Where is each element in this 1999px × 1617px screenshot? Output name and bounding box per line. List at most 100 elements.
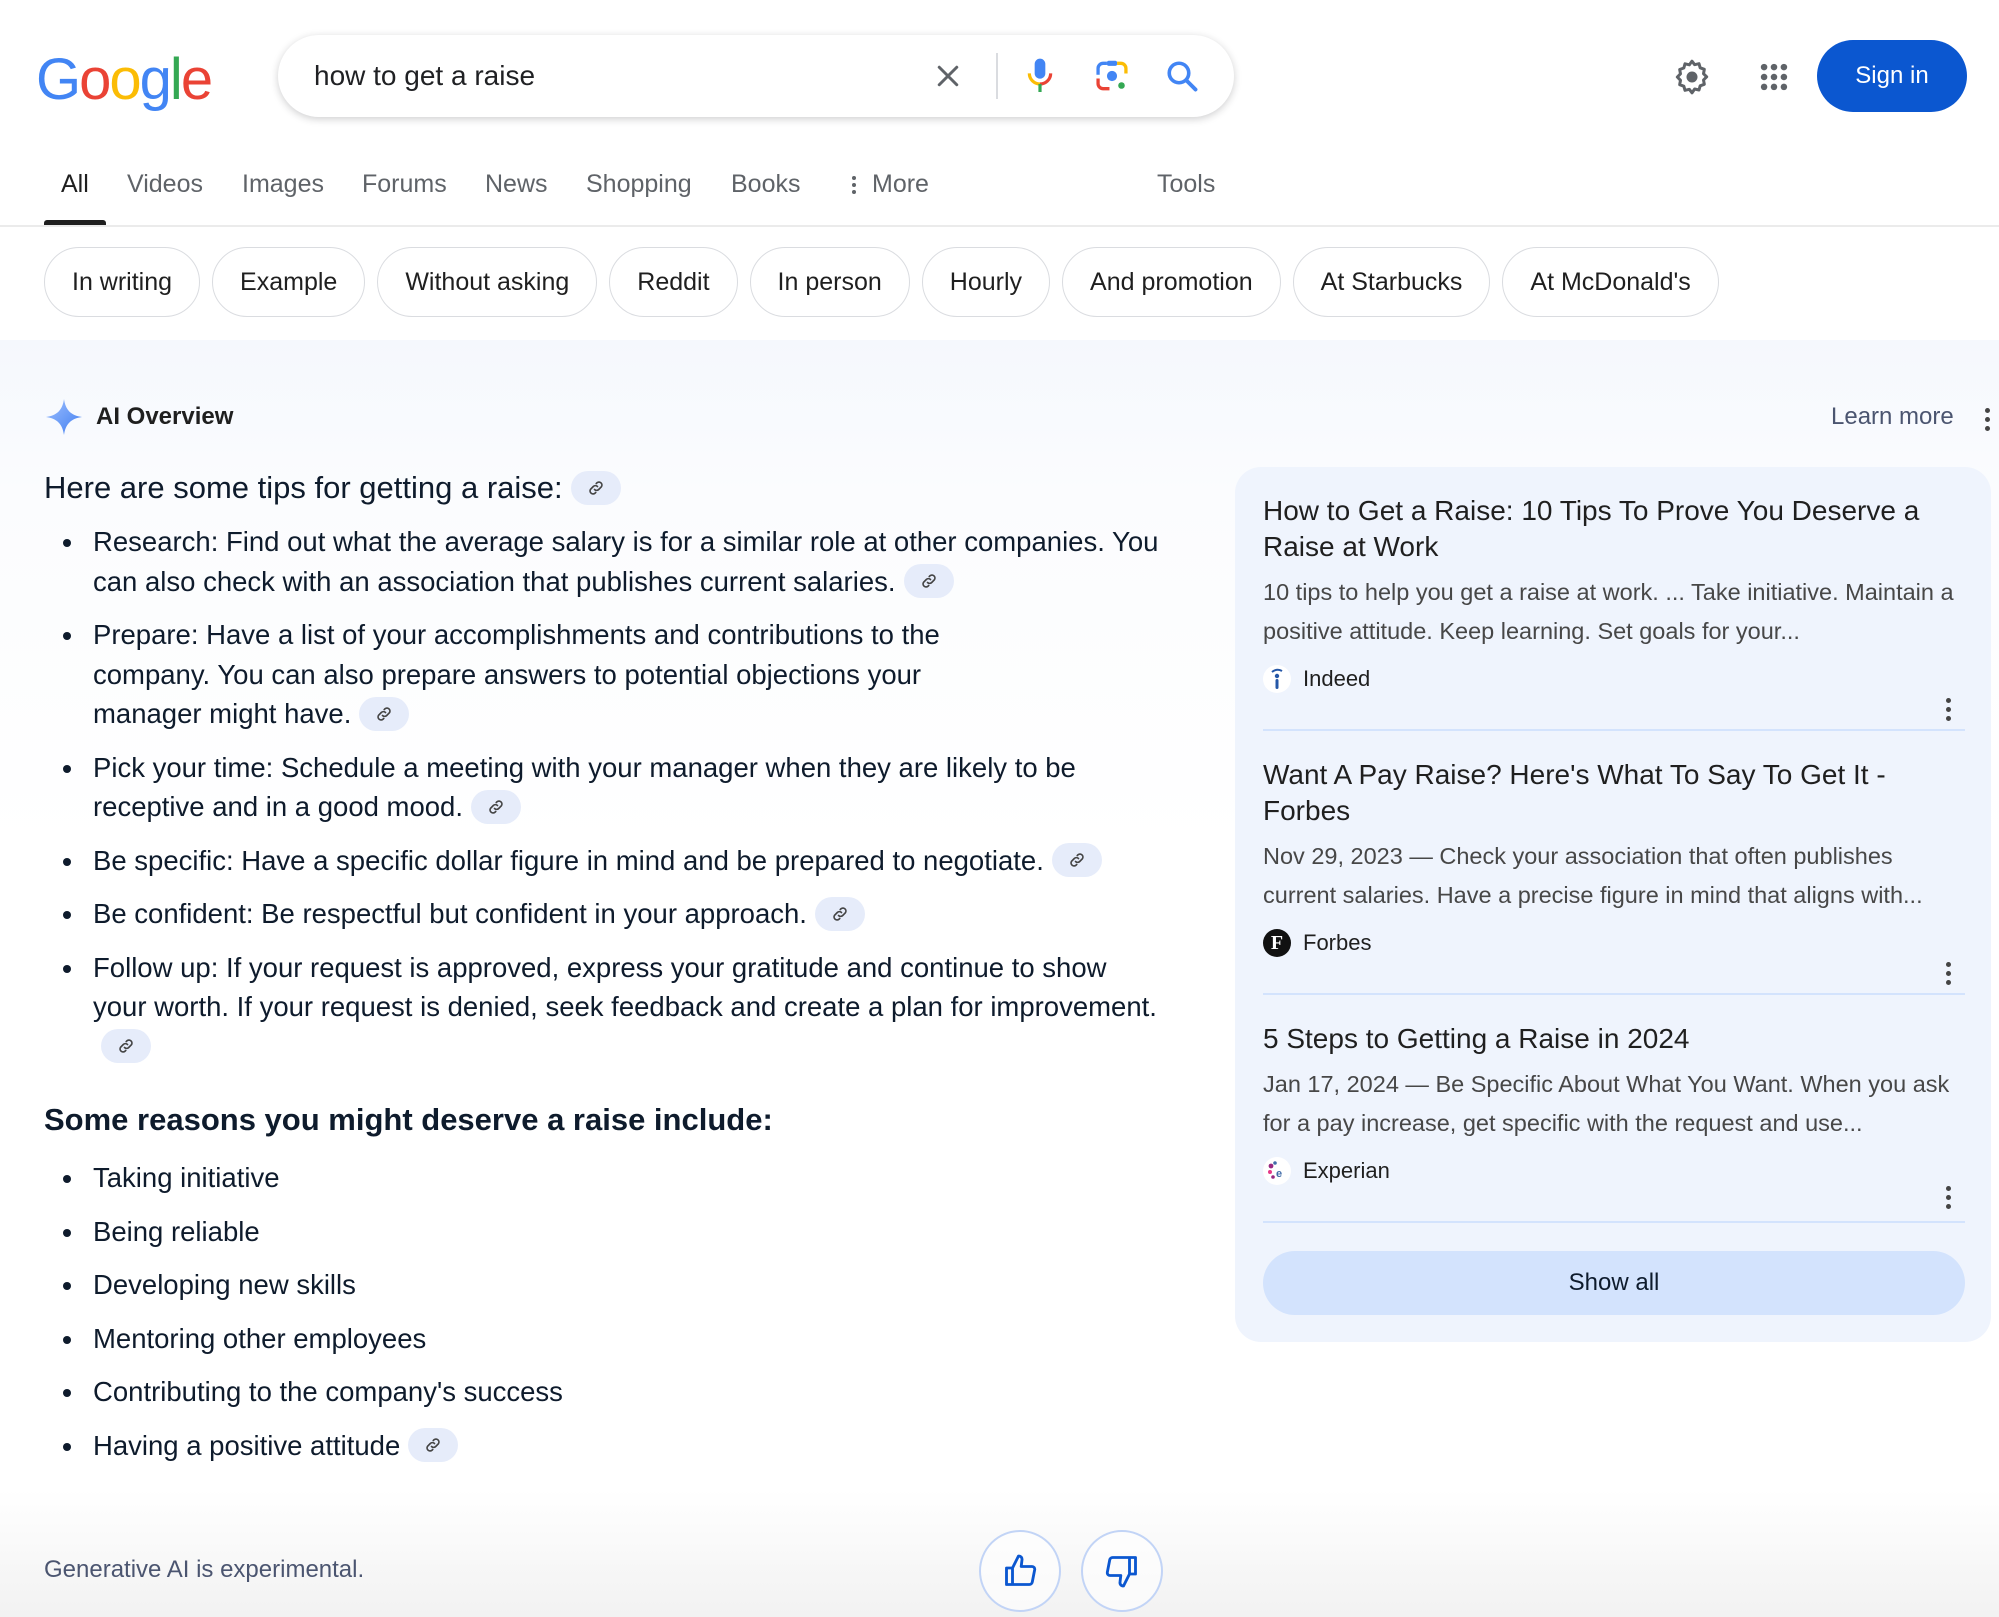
source-title[interactable]: 5 Steps to Getting a Raise in 2024 [1263,1021,1965,1057]
sources-panel: How to Get a Raise: 10 Tips To Prove You… [1235,467,1991,1342]
clear-search-button[interactable] [926,54,970,98]
google-apps-button[interactable] [1752,55,1796,99]
chip-without-asking[interactable]: Without asking [377,247,598,317]
tools-button[interactable]: Tools [1157,170,1215,199]
list-item: Be specific: Have a specific dollar figu… [44,841,1164,881]
active-tab-indicator [44,220,106,225]
list-item: Research: Find out what the average sala… [44,522,1164,601]
logo-letter: g [139,47,172,112]
generative-ai-disclaimer: Generative AI is experimental. [44,1556,365,1583]
apps-grid-icon [1760,63,1788,91]
refinement-chips: In writing Example Without asking Reddit… [44,247,1719,317]
search-button[interactable] [1160,54,1204,98]
settings-button[interactable] [1670,55,1714,99]
logo-letter: l [169,47,183,112]
source-name: Indeed [1303,666,1371,691]
citation-link-button[interactable] [359,696,410,731]
sign-in-button[interactable]: Sign in [1817,40,1967,112]
experian-favicon-icon: e [1263,1157,1291,1185]
tip-text: Research: Find out what the average sala… [93,526,1159,597]
tab-shopping[interactable]: Shopping [586,170,692,199]
ai-overview-menu-button[interactable] [1982,406,1992,434]
citation-link-button[interactable] [101,1029,151,1064]
tab-news[interactable]: News [485,170,548,199]
google-logo[interactable]: Google [36,46,213,113]
tab-videos[interactable]: Videos [127,170,203,199]
source-snippet: Jan 17, 2024 — Be Specific About What Yo… [1263,1071,1950,1136]
reasons-heading: Some reasons you might deserve a raise i… [44,1102,773,1137]
search-input[interactable] [314,35,874,117]
citation-link-button[interactable] [814,896,865,931]
chip-in-person[interactable]: In person [749,247,910,317]
source-snippet: 10 tips to help you get a raise at work.… [1263,579,1954,644]
citation-link-button[interactable] [1051,843,1102,878]
tip-text: Pick your time: Schedule a meeting with … [93,751,1076,823]
source-site: F Forbes [1263,927,1965,959]
source-site: Indeed [1263,663,1965,695]
source-card[interactable]: 5 Steps to Getting a Raise in 2024 Jan 1… [1263,1021,1965,1209]
list-item: Prepare: Have a list of your accomplishm… [44,615,1164,734]
list-item: Mentoring other employees [44,1319,1164,1359]
chip-reddit[interactable]: Reddit [609,247,738,317]
thumbs-down-button[interactable] [1081,1530,1163,1612]
more-vert-icon [852,173,858,197]
list-item: Be confident: Be respectful but confiden… [44,894,1164,934]
chip-at-mcdonalds[interactable]: At McDonald's [1502,247,1719,317]
voice-search-button[interactable] [1018,54,1062,98]
link-icon [833,907,847,921]
sparkle-icon [46,399,82,435]
tab-forums[interactable]: Forums [362,170,447,199]
tab-more[interactable]: More [852,170,929,199]
tips-list: Research: Find out what the average sala… [44,522,1164,1066]
source-title[interactable]: Want A Pay Raise? Here's What To Say To … [1263,757,1965,829]
chip-and-promotion[interactable]: And promotion [1062,247,1281,317]
ai-overview-header: AI Overview [44,397,233,437]
chip-at-starbucks[interactable]: At Starbucks [1292,247,1491,317]
list-item: Having a positive attitude [44,1426,1164,1466]
tab-all[interactable]: All [61,170,89,199]
forbes-favicon-icon: F [1263,929,1291,957]
thumbs-up-button[interactable] [979,1530,1061,1612]
link-icon [489,800,503,814]
show-all-button[interactable]: Show all [1263,1251,1965,1315]
source-more-options-button[interactable] [1943,960,1953,988]
list-item: Taking initiative [44,1158,1164,1198]
citation-link-button[interactable] [570,470,621,505]
citation-link-button[interactable] [903,564,954,599]
source-card[interactable]: Want A Pay Raise? Here's What To Say To … [1263,757,1965,985]
tab-books[interactable]: Books [731,170,800,199]
source-title[interactable]: How to Get a Raise: 10 Tips To Prove You… [1263,493,1965,565]
link-icon [119,1039,133,1053]
chip-example[interactable]: Example [212,247,366,317]
tab-more-label: More [872,170,929,198]
thumbs-up-icon [1005,1554,1037,1586]
svg-text:e: e [1276,1168,1282,1180]
source-divider [1263,993,1965,995]
tips-heading: Here are some tips for getting a raise: [44,466,1164,510]
microphone-icon [1027,58,1053,92]
logo-letter: G [36,47,81,112]
source-more-options-button[interactable] [1943,696,1953,724]
ai-overview-content: Here are some tips for getting a raise: … [44,466,1164,1479]
link-icon [426,1438,440,1452]
tips-heading-text: Here are some tips for getting a raise: [44,470,563,505]
source-divider [1263,729,1965,731]
list-item: Developing new skills [44,1265,1164,1305]
tab-images[interactable]: Images [242,170,324,199]
lens-search-button[interactable] [1090,54,1134,98]
chip-in-writing[interactable]: In writing [44,247,201,317]
list-item: Contributing to the company's success [44,1372,1164,1412]
chip-hourly[interactable]: Hourly [921,247,1051,317]
indeed-favicon-icon [1263,665,1291,693]
learn-more-link[interactable]: Learn more [1831,403,1954,431]
source-name: Forbes [1303,930,1372,955]
source-card[interactable]: How to Get a Raise: 10 Tips To Prove You… [1263,493,1965,721]
link-icon [588,481,603,495]
gear-icon [1675,59,1709,95]
source-name: Experian [1303,1158,1390,1183]
link-icon [377,707,392,721]
citation-link-button[interactable] [470,789,521,824]
search-box [278,35,1234,117]
citation-link-button[interactable] [408,1428,459,1463]
source-more-options-button[interactable] [1943,1184,1953,1212]
